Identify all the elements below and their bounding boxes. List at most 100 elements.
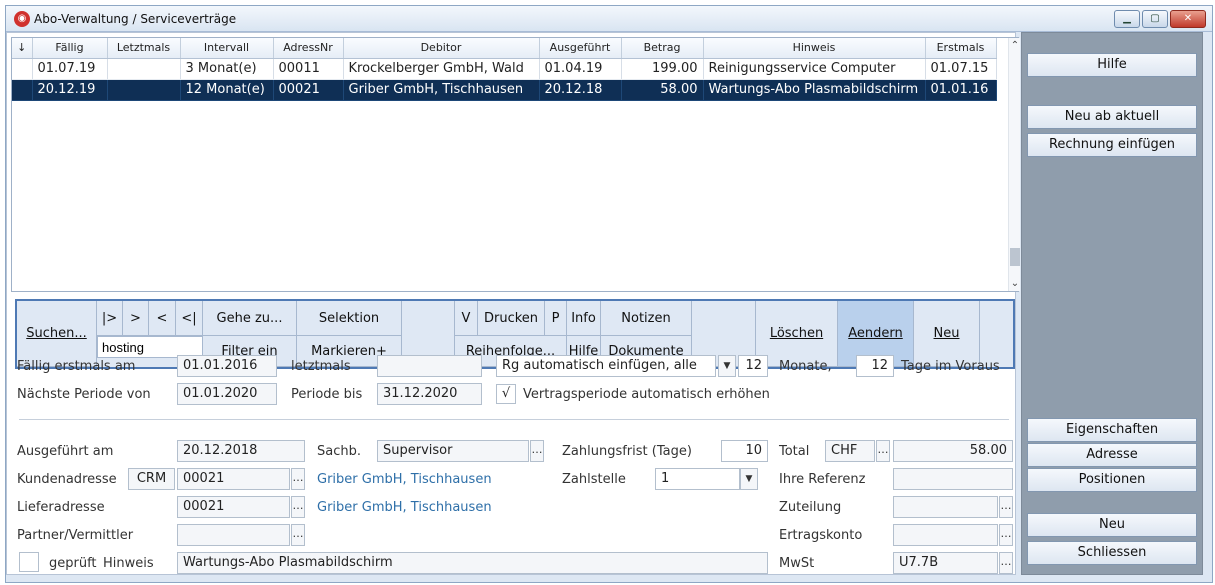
geprueft-checkbox[interactable] <box>19 552 39 572</box>
sachb-lookup-icon[interactable]: … <box>530 440 544 462</box>
table-row[interactable]: 01.07.19 3 Monat(e) 00011 Krockelberger … <box>12 58 997 80</box>
scroll-thumb[interactable] <box>1010 248 1020 266</box>
mwst-field[interactable]: U7.7B <box>893 552 998 574</box>
ihre-referenz-label: Ihre Referenz <box>779 472 866 487</box>
table-row-selected[interactable]: 20.12.19 12 Monat(e) 00021 Griber GmbH, … <box>12 79 997 101</box>
cell-intervall: 12 Monat(e) <box>180 79 274 101</box>
faellig-erstmals-field[interactable]: 01.01.2016 <box>177 355 277 377</box>
row-marker <box>12 58 33 80</box>
tage-voraus-label: Tage im Voraus <box>901 359 1000 374</box>
kunden-nr-field[interactable]: 00021 <box>177 468 290 490</box>
cell-adressnr: 00011 <box>273 58 344 80</box>
ihre-referenz-field[interactable] <box>893 468 1013 490</box>
schliessen-button[interactable]: Schliessen <box>1027 541 1197 565</box>
gehe-zu-button[interactable]: Gehe zu... <box>203 301 297 336</box>
info-button[interactable]: Info <box>567 301 601 336</box>
cell-debitor: Griber GmbH, Tischhausen <box>343 79 540 101</box>
col-header-debitor[interactable]: Debitor <box>343 38 540 59</box>
liefer-name-link[interactable]: Griber GmbH, Tischhausen <box>317 500 492 515</box>
col-header-erstmals[interactable]: Erstmals <box>925 38 997 59</box>
zahlstelle-select[interactable]: 1 <box>655 468 740 490</box>
cell-ausgefuehrt: 01.04.19 <box>539 58 622 80</box>
cell-betrag: 58.00 <box>621 79 704 101</box>
periode-bis-field[interactable]: 31.12.2020 <box>377 383 482 405</box>
zuteilung-lookup-icon[interactable]: … <box>999 496 1013 518</box>
close-icon[interactable]: ✕ <box>1170 10 1206 28</box>
cell-betrag: 199.00 <box>621 58 704 80</box>
hilfe-button[interactable]: Hilfe <box>1027 53 1197 77</box>
rechnung-einfuegen-button[interactable]: Rechnung einfügen <box>1027 133 1197 157</box>
sort-icon[interactable]: ↓ <box>12 38 33 59</box>
zahlungsfrist-field[interactable]: 10 <box>721 440 768 462</box>
grid-scrollbar[interactable]: ⌃ ⌄ <box>1008 38 1020 291</box>
v-button[interactable]: V <box>455 301 478 336</box>
liefer-lookup-icon[interactable]: … <box>291 496 305 518</box>
cell-intervall: 3 Monat(e) <box>180 58 274 80</box>
cell-erstmals: 01.01.16 <box>925 79 997 101</box>
monate-label: Monate, <box>779 359 832 374</box>
zuteilung-field[interactable] <box>893 496 998 518</box>
tage-voraus-field[interactable]: 12 <box>856 355 894 377</box>
sachb-field[interactable]: Supervisor <box>377 440 529 462</box>
letztmals-field[interactable] <box>377 355 482 377</box>
total-field: 58.00 <box>893 440 1013 462</box>
col-header-intervall[interactable]: Intervall <box>180 38 274 59</box>
scroll-down-icon[interactable]: ⌄ <box>1009 278 1021 289</box>
currency-lookup-icon[interactable]: … <box>876 440 890 462</box>
col-header-ausgefuehrt[interactable]: Ausgeführt <box>539 38 622 59</box>
partner-lookup-icon[interactable]: … <box>291 524 305 546</box>
lieferadresse-label: Lieferadresse <box>17 500 105 515</box>
prev-record-button[interactable]: < <box>149 301 176 336</box>
next-record-button[interactable]: > <box>123 301 149 336</box>
drucken-button[interactable]: Drucken <box>478 301 545 336</box>
partner-field[interactable] <box>177 524 290 546</box>
partner-label: Partner/Vermittler <box>17 528 134 543</box>
first-record-button[interactable]: |> <box>97 301 123 336</box>
neu-ab-aktuell-button[interactable]: Neu ab aktuell <box>1027 105 1197 129</box>
ausgefuehrt-field[interactable]: 20.12.2018 <box>177 440 305 462</box>
neu-toolbar-button[interactable]: Neu <box>914 301 980 367</box>
mwst-label: MwSt <box>779 556 815 571</box>
content-area: ↓ Fällig Letztmals Intervall AdressNr De… <box>6 32 1020 575</box>
monate-field[interactable]: 12 <box>738 355 768 377</box>
geprueft-label: geprüft <box>49 556 97 571</box>
positionen-button[interactable]: Positionen <box>1027 468 1197 492</box>
notizen-button[interactable]: Notizen <box>601 301 692 336</box>
ertragskonto-field[interactable] <box>893 524 998 546</box>
chevron-down-icon[interactable]: ▼ <box>718 355 736 377</box>
mwst-lookup-icon[interactable]: … <box>999 552 1013 574</box>
col-header-hinweis[interactable]: Hinweis <box>703 38 926 59</box>
currency-field[interactable]: CHF <box>825 440 875 462</box>
chevron-down-icon[interactable]: ▼ <box>740 468 758 490</box>
neu-button[interactable]: Neu <box>1027 513 1197 537</box>
col-header-faellig[interactable]: Fällig <box>32 38 108 59</box>
selektion-button[interactable]: Selektion <box>297 301 402 336</box>
eigenschaften-button[interactable]: Eigenschaften <box>1027 418 1197 442</box>
loeschen-button[interactable]: Löschen <box>756 301 838 367</box>
scroll-up-icon[interactable]: ⌃ <box>1009 40 1021 51</box>
adresse-button[interactable]: Adresse <box>1027 443 1197 467</box>
kunden-lookup-icon[interactable]: … <box>291 468 305 490</box>
last-record-button[interactable]: <| <box>176 301 203 336</box>
col-header-adressnr[interactable]: AdressNr <box>273 38 344 59</box>
kunden-name-link[interactable]: Griber GmbH, Tischhausen <box>317 472 492 487</box>
minimize-icon[interactable]: ▁ <box>1114 10 1140 28</box>
letztmals-label: letztmals <box>291 359 351 374</box>
cell-adressnr: 00021 <box>273 79 344 101</box>
hinweis-field[interactable]: Wartungs-Abo Plasmabildschirm <box>177 552 768 574</box>
suchen-button[interactable]: Suchen... <box>17 301 97 367</box>
contracts-grid[interactable]: ↓ Fällig Letztmals Intervall AdressNr De… <box>11 37 1020 292</box>
p-button[interactable]: P <box>545 301 567 336</box>
col-header-betrag[interactable]: Betrag <box>621 38 704 59</box>
naechste-periode-field[interactable]: 01.01.2020 <box>177 383 277 405</box>
auto-erhoehen-checkbox[interactable]: √ <box>496 384 516 404</box>
naechste-periode-label: Nächste Periode von <box>17 387 151 402</box>
cell-hinweis: Reinigungsservice Computer <box>703 58 926 80</box>
maximize-icon[interactable]: ▢ <box>1142 10 1168 28</box>
col-header-letztmals[interactable]: Letztmals <box>107 38 181 59</box>
rg-einfuegen-select[interactable]: Rg automatisch einfügen, alle <box>496 355 716 377</box>
ertragskonto-lookup-icon[interactable]: … <box>999 524 1013 546</box>
liefer-nr-field[interactable]: 00021 <box>177 496 290 518</box>
crm-button[interactable]: CRM <box>128 468 175 490</box>
periode-bis-label: Periode bis <box>291 387 363 402</box>
